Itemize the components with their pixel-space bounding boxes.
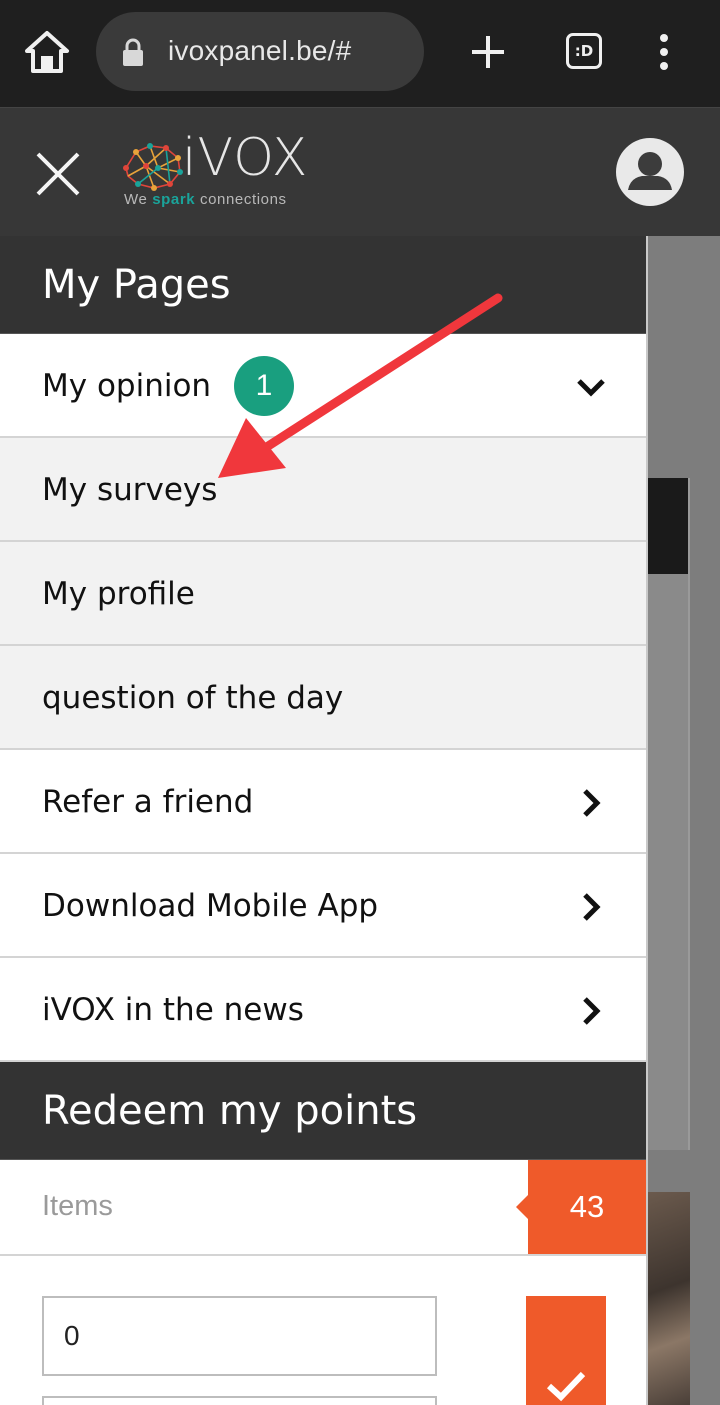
background-card [648,478,690,1150]
tagline-spark: spark [152,191,196,208]
menu-item-ivox-in-the-news[interactable]: iVOX in the news [0,958,646,1062]
menu-item-my-opinion[interactable]: My opinion 1 [0,334,646,438]
lock-icon [123,38,143,66]
logo-wordmark: iVOX [182,128,309,188]
menu-item-refer-a-friend[interactable]: Refer a friend [0,750,646,854]
ivox-logo[interactable]: iVOX We spark connections [118,128,328,212]
checkmark-icon [546,1371,586,1402]
tagline-pre: We [124,191,153,208]
items-row: Items 43 [0,1160,646,1256]
menu-item-label: My profile [42,576,195,612]
chevron-right-icon [583,997,601,1025]
background-page [648,236,720,1405]
new-tab-icon[interactable] [470,34,506,70]
logo-tagline: We spark connections [124,191,287,208]
address-bar[interactable]: ivoxpanel.be/# [96,12,424,91]
tab-switcher-button[interactable]: :D [566,33,602,69]
chevron-right-icon [583,893,601,921]
menu-item-question-of-the-day[interactable]: question of the day [0,646,646,750]
background-image [648,1192,690,1405]
items-label: Items [42,1190,113,1222]
redeem-form [0,1256,646,1405]
menu-item-label: Download Mobile App [42,888,379,924]
chevron-right-icon [583,789,601,817]
redeem-points-heading: Redeem my points [0,1062,646,1160]
navigation-drawer: My Pages My opinion 1 My surveys My prof… [0,236,648,1405]
menu-item-label: iVOX in the news [42,992,304,1028]
home-icon[interactable] [24,30,70,74]
chevron-down-icon [577,379,605,397]
tagline-post: connections [195,191,287,208]
menu-icon[interactable] [654,32,674,72]
close-icon[interactable] [30,146,86,202]
menu-item-my-surveys[interactable]: My surveys [0,438,646,542]
notification-badge: 1 [234,356,294,416]
confirm-button[interactable] [526,1296,606,1405]
tab-switcher-label: :D [574,42,594,60]
my-pages-heading: My Pages [0,236,646,334]
menu-item-label: My opinion [42,368,212,404]
menu-item-label: question of the day [42,680,344,716]
menu-item-download-mobile-app[interactable]: Download Mobile App [0,854,646,958]
user-avatar-button[interactable] [616,138,684,206]
site-header: iVOX We spark connections [0,107,720,236]
background-card-header [648,478,688,574]
brain-network-icon [123,143,183,191]
items-count-badge: 43 [516,1160,646,1254]
background-strip [692,1192,720,1405]
quantity-input[interactable] [42,1296,437,1376]
menu-item-label: My surveys [42,472,218,508]
menu-item-label: Refer a friend [42,784,254,820]
user-avatar-icon [628,152,672,190]
secondary-input[interactable] [42,1396,437,1405]
menu-item-my-profile[interactable]: My profile [0,542,646,646]
url-text: ivoxpanel.be/# [168,35,352,66]
browser-toolbar: ivoxpanel.be/# :D [0,0,720,107]
